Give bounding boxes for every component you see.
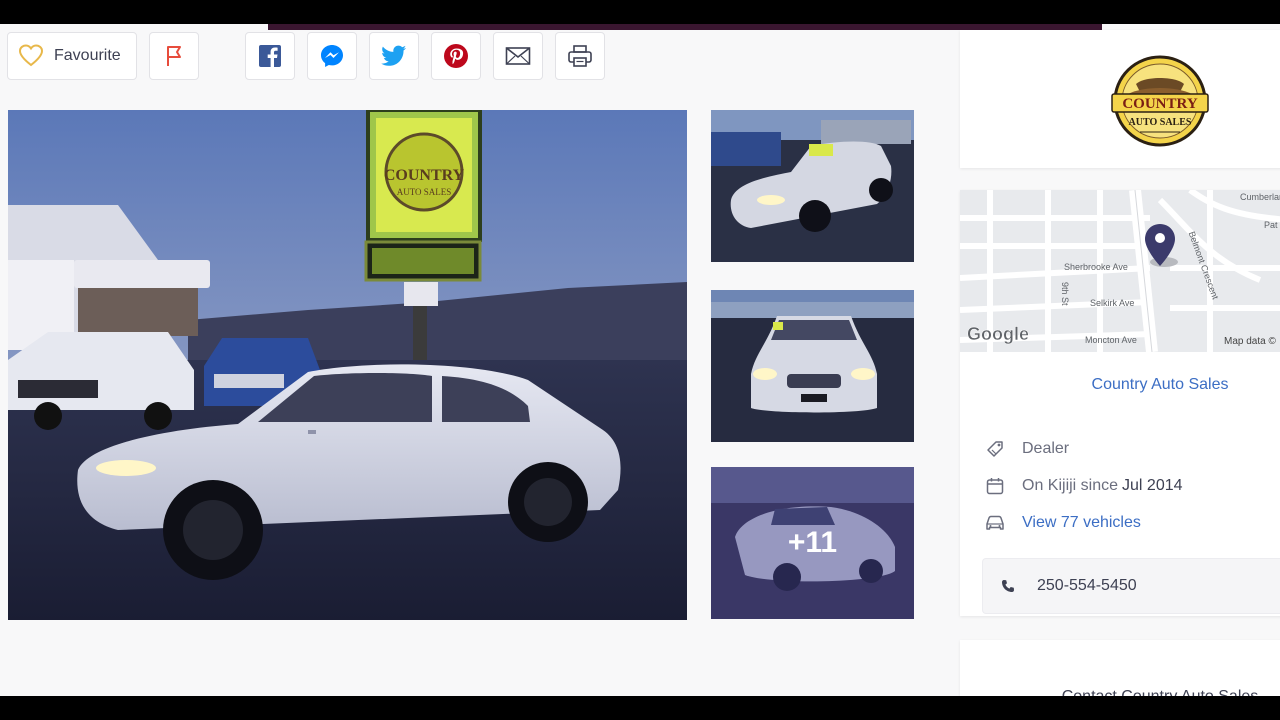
listing-page: Favourite COUNTRY AUTO SALES +11 COUNTRY…	[0, 24, 1280, 696]
sign-brand-text: COUNTRY	[384, 167, 465, 184]
dealer-logo-card: COUNTRY AUTO SALES	[960, 30, 1280, 168]
letterbox-bar	[0, 696, 1280, 720]
thumbnail-photo-more[interactable]: +11	[711, 467, 914, 619]
map-data-attribution: Map data ©	[1224, 336, 1276, 347]
phone-number-button[interactable]: 250-554-5450	[982, 558, 1280, 614]
vehicles-row: View 77 vehicles	[984, 512, 1141, 534]
share-facebook-button[interactable]	[245, 32, 295, 80]
car-icon	[984, 512, 1006, 534]
map-label-selkirk-ave: Selkirk Ave	[1090, 298, 1135, 308]
member-since-date: Jul 2014	[1122, 477, 1183, 494]
printer-icon	[568, 45, 592, 67]
contact-dealer-card: Contact Country Auto Sales	[960, 640, 1280, 696]
report-button[interactable]	[149, 32, 199, 80]
map-label-pat: Pat	[1264, 220, 1278, 230]
calendar-icon	[984, 475, 1006, 497]
contact-dealer-heading: Contact Country Auto Sales	[960, 688, 1280, 696]
member-since-row: On Kijiji since Jul 2014	[984, 475, 1183, 497]
more-photos-count: +11	[711, 467, 914, 619]
main-listing-photo[interactable]: COUNTRY AUTO SALES	[8, 110, 687, 620]
share-messenger-button[interactable]	[307, 32, 357, 80]
messenger-icon	[321, 45, 343, 67]
twitter-icon	[381, 45, 406, 66]
thumbnail-photo-2[interactable]	[711, 290, 914, 442]
dealer-type-row: Dealer	[984, 438, 1069, 460]
sign-sub-text: AUTO SALES	[397, 187, 452, 197]
share-email-button[interactable]	[493, 32, 543, 80]
dealer-location-map[interactable]: Cumberland Pat Belmont Crescent Sherbroo…	[960, 190, 1280, 352]
tag-icon	[984, 438, 1006, 460]
favourite-label: Favourite	[54, 47, 121, 64]
google-logo: Google	[967, 324, 1030, 345]
dealer-info-card: Cumberland Pat Belmont Crescent Sherbroo…	[960, 190, 1280, 616]
map-label-9th-st: 9th St	[1060, 282, 1070, 306]
print-button[interactable]	[555, 32, 605, 80]
logo-sub-text: AUTO SALES	[1129, 117, 1192, 128]
phone-icon	[1002, 580, 1014, 592]
facebook-icon	[259, 45, 281, 67]
share-twitter-button[interactable]	[369, 32, 419, 80]
pinterest-icon	[444, 44, 468, 68]
flag-icon	[167, 46, 181, 66]
heart-icon	[18, 44, 44, 67]
dealer-logo[interactable]: COUNTRY AUTO SALES	[1110, 54, 1210, 148]
phone-number: 250-554-5450	[1037, 577, 1137, 594]
map-label-cumberland: Cumberland	[1240, 192, 1280, 202]
dealership-lot-image: COUNTRY AUTO SALES	[8, 110, 687, 620]
member-since-prefix: On Kijiji since	[1022, 477, 1119, 494]
view-vehicles-link[interactable]: View 77 vehicles	[1022, 514, 1141, 532]
car-front-angle-image	[711, 110, 914, 262]
favourite-button[interactable]: Favourite	[7, 32, 137, 80]
logo-brand-text: COUNTRY	[1122, 96, 1197, 112]
map-label-moncton-ave: Moncton Ave	[1085, 335, 1137, 345]
dealer-type: Dealer	[1022, 440, 1070, 457]
browser-top-strip	[268, 24, 1102, 30]
map-label-sherbrooke-ave: Sherbrooke Ave	[1064, 262, 1128, 272]
email-icon	[505, 47, 531, 65]
share-pinterest-button[interactable]	[431, 32, 481, 80]
car-front-view-image	[711, 290, 914, 442]
dealer-name-link[interactable]: Country Auto Sales	[960, 376, 1280, 394]
thumbnail-photo-1[interactable]	[711, 110, 914, 262]
